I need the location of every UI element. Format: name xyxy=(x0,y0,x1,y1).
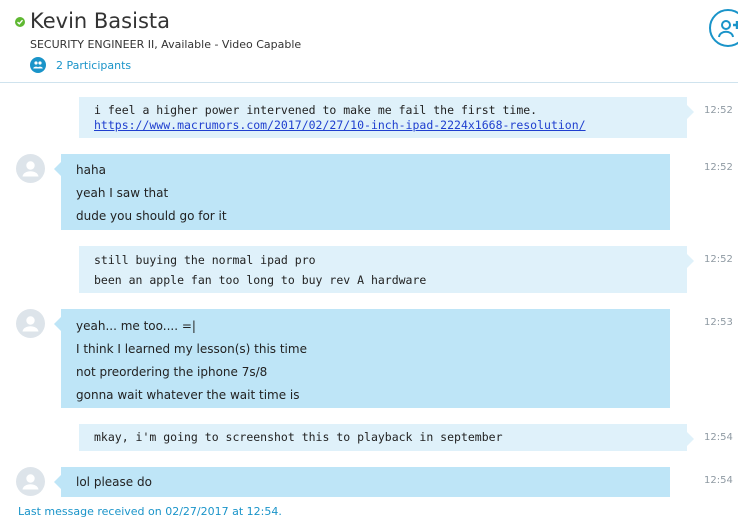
message-text: still buying the normal ipad pro xyxy=(94,253,316,267)
message-text: yeah... me too.... =| xyxy=(76,319,196,333)
message-bubble-contact: haha yeah I saw that dude you should go … xyxy=(54,154,670,230)
message-text: yeah I saw that xyxy=(76,186,169,200)
message-bubble-self: i feel a higher power intervened to make… xyxy=(79,97,694,138)
message-text: been an apple fan too long to buy rev A … xyxy=(94,273,427,287)
message-text: I think I learned my lesson(s) this time xyxy=(76,342,307,356)
message-text: haha xyxy=(76,163,106,177)
participants-label: 2 Participants xyxy=(56,58,132,72)
add-people-button[interactable] xyxy=(709,9,738,47)
message-text: i feel a higher power intervened to make… xyxy=(94,103,538,117)
message-link[interactable]: https://www.macrumors.com/2017/02/27/10-… xyxy=(94,118,586,132)
message-text: gonna wait whatever the wait time is xyxy=(76,388,300,402)
message-text: dude you should go for it xyxy=(76,209,227,223)
message-bubble-self: still buying the normal ipad pro been an… xyxy=(79,246,694,293)
message-timestamp: 12:52 xyxy=(704,105,733,116)
message-text: not preordering the iphone 7s/8 xyxy=(76,365,268,379)
default-avatar-icon xyxy=(22,316,39,332)
contact-subtitle: SECURITY ENGINEER II, Available - Video … xyxy=(30,38,302,51)
message-timestamp: 12:52 xyxy=(704,162,733,173)
contact-name[interactable]: Kevin Basista xyxy=(30,9,170,33)
participants-button[interactable]: 2 Participants xyxy=(30,57,131,73)
status-available-icon xyxy=(15,17,25,27)
avatar[interactable] xyxy=(16,309,45,338)
default-avatar-icon xyxy=(22,161,39,177)
people-icon xyxy=(30,57,46,73)
message-timestamp: 12:54 xyxy=(704,432,733,443)
message-timestamp: 12:52 xyxy=(704,254,733,265)
message-bubble-contact: yeah... me too.... =| I think I learned … xyxy=(54,309,670,408)
message-timestamp: 12:53 xyxy=(704,317,733,328)
default-avatar-icon xyxy=(22,474,39,490)
message-text: lol please do xyxy=(76,475,152,489)
last-message-status: Last message received on 02/27/2017 at 1… xyxy=(18,505,282,518)
add-person-icon xyxy=(718,20,738,38)
conversation-header: Kevin Basista SECURITY ENGINEER II, Avai… xyxy=(0,0,738,83)
message-text: mkay, i'm going to screenshot this to pl… xyxy=(94,430,503,444)
avatar[interactable] xyxy=(16,154,45,183)
message-bubble-self: mkay, i'm going to screenshot this to pl… xyxy=(79,424,694,451)
message-bubble-contact: lol please do xyxy=(54,467,670,497)
message-timestamp: 12:54 xyxy=(704,475,733,486)
avatar[interactable] xyxy=(16,467,45,496)
